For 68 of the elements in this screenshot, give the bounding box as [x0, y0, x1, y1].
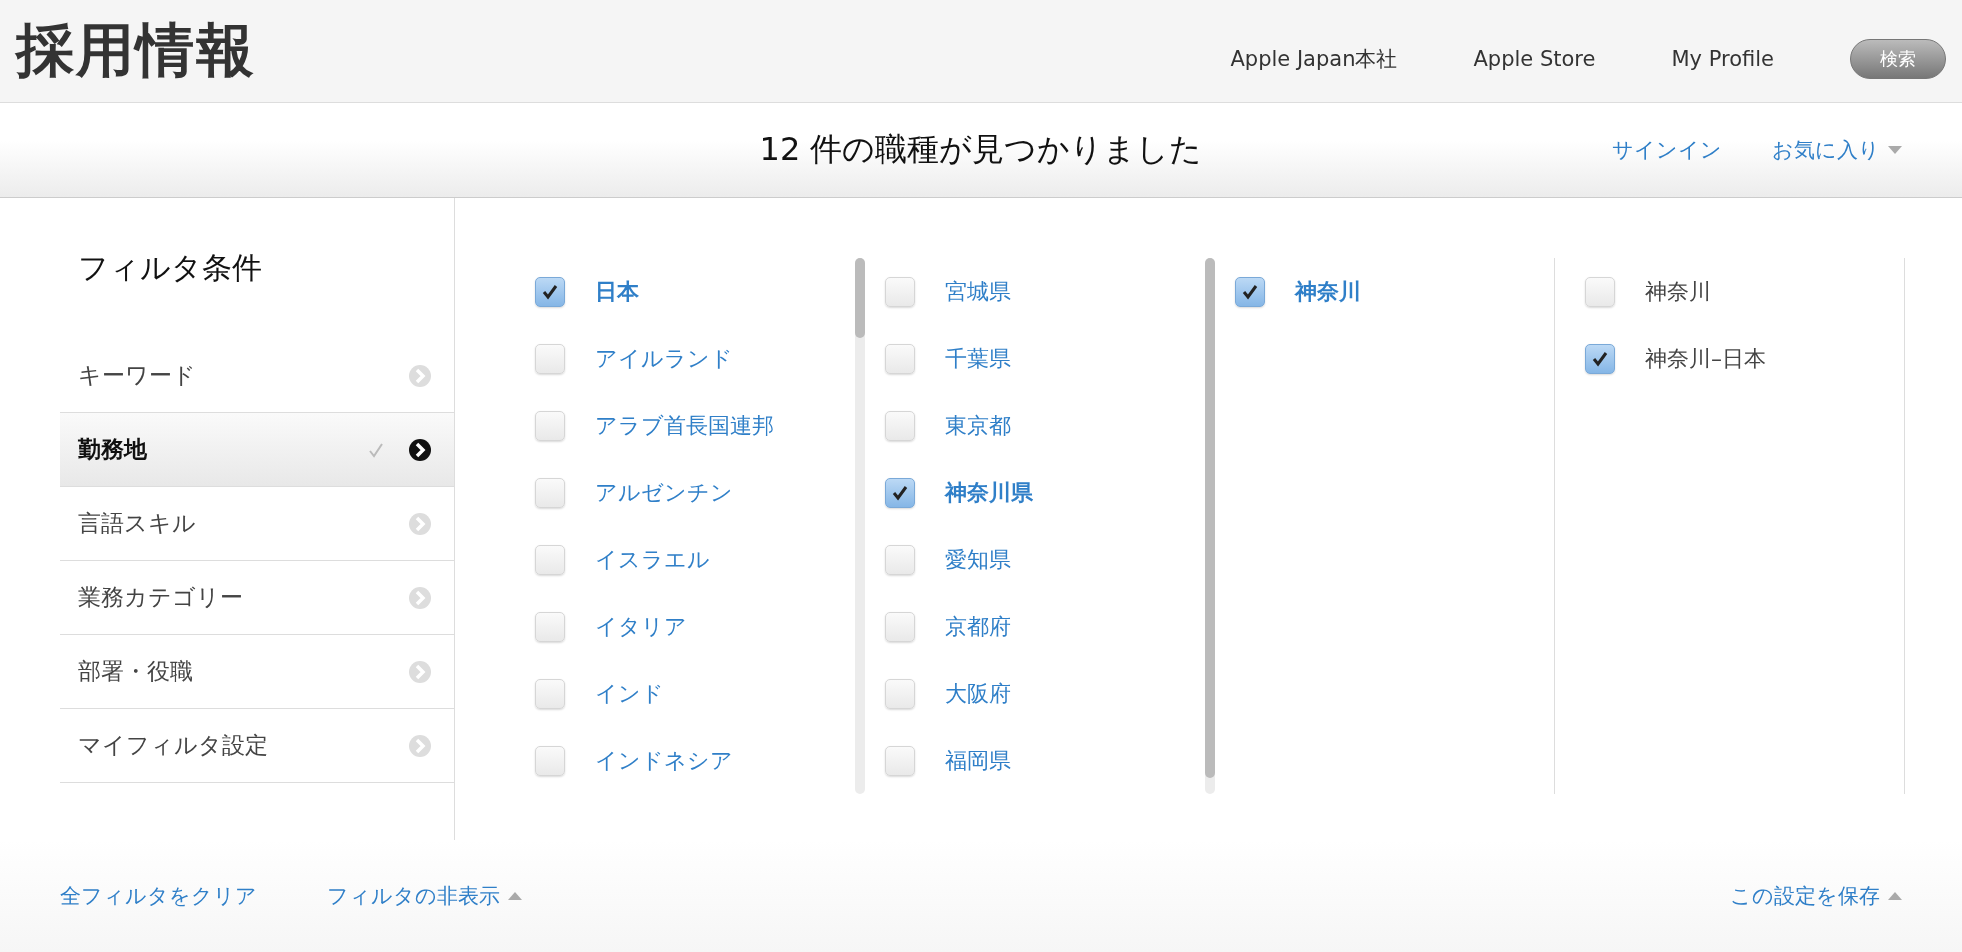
location-link[interactable]: 愛知県	[945, 544, 1011, 575]
location-label: 神奈川–日本	[1645, 345, 1766, 374]
chevron-icon	[408, 511, 432, 536]
nav-link[interactable]: Apple Japan本社	[1230, 45, 1398, 73]
chevron-icon	[408, 585, 432, 610]
favorites-link[interactable]: お気に入り	[1772, 136, 1902, 164]
checkbox[interactable]	[1235, 276, 1265, 307]
caret-icon	[1888, 892, 1902, 900]
nav-link[interactable]: My Profile	[1671, 47, 1774, 71]
filter-category-label: 業務カテゴリー	[78, 583, 244, 612]
checkbox[interactable]	[885, 410, 915, 441]
location-label: 神奈川	[1645, 277, 1711, 306]
checkbox[interactable]	[535, 544, 565, 575]
location-link[interactable]: 宮城県	[945, 276, 1011, 307]
filter-category-label: 勤務地	[78, 435, 148, 464]
checkbox[interactable]	[885, 678, 915, 709]
chevron-icon	[408, 659, 432, 684]
location-link[interactable]: 神奈川県	[945, 477, 1033, 508]
checkbox[interactable]	[535, 678, 565, 709]
search-button[interactable]: 検索	[1850, 39, 1946, 79]
nav-link[interactable]: Apple Store	[1473, 47, 1596, 71]
location-link[interactable]: イタリア	[595, 611, 687, 642]
location-link[interactable]: インドネシア	[595, 745, 733, 776]
location-link[interactable]: アルゼンチン	[595, 477, 733, 508]
clear-filters-link[interactable]: 全フィルタをクリア	[60, 882, 257, 910]
filter-category-label: 部署・役職	[78, 657, 194, 686]
checkbox[interactable]	[885, 343, 915, 374]
caret-icon	[1888, 146, 1902, 154]
chevron-icon	[408, 437, 432, 462]
location-link[interactable]: 福岡県	[945, 745, 1011, 776]
checkbox[interactable]	[535, 745, 565, 776]
results-count: 12 件の職種が見つかりました	[759, 129, 1203, 170]
checkbox[interactable]	[535, 343, 565, 374]
filter-category-label: キーワード	[78, 361, 197, 390]
location-link[interactable]: 千葉県	[945, 343, 1011, 374]
checkbox[interactable]	[535, 276, 565, 307]
chevron-icon	[408, 733, 432, 758]
sign-in-link[interactable]: サインイン	[1612, 136, 1722, 164]
filter-category-label: 言語スキル	[78, 509, 197, 538]
checkbox[interactable]	[885, 544, 915, 575]
filter-category-label: マイフィルタ設定	[78, 731, 269, 760]
location-link[interactable]: 大阪府	[945, 678, 1011, 709]
filter-category[interactable]: 勤務地	[60, 413, 454, 487]
chevron-icon	[408, 363, 432, 388]
location-link[interactable]: 神奈川	[1295, 276, 1361, 307]
filter-heading: フィルタ条件	[77, 249, 263, 287]
location-link[interactable]: アイルランド	[595, 343, 733, 374]
checkbox[interactable]	[885, 276, 915, 307]
checkbox[interactable]	[885, 611, 915, 642]
checkbox[interactable]	[885, 745, 915, 776]
page-title: 採用情報	[16, 15, 257, 86]
scrollbar[interactable]	[855, 258, 865, 794]
save-settings-link[interactable]: この設定を保存	[1730, 882, 1902, 910]
location-link[interactable]: 日本	[595, 276, 639, 307]
location-link[interactable]: イスラエル	[595, 544, 710, 575]
location-link[interactable]: 東京都	[945, 410, 1011, 441]
scrollbar[interactable]	[1205, 258, 1215, 794]
location-link[interactable]: 京都府	[945, 611, 1011, 642]
hide-filters-link[interactable]: フィルタの非表示	[327, 882, 522, 910]
caret-icon	[508, 892, 522, 900]
checkbox[interactable]	[1585, 344, 1615, 375]
checkbox[interactable]	[885, 477, 915, 508]
checkbox[interactable]	[1585, 276, 1615, 307]
location-link[interactable]: アラブ首長国連邦	[595, 410, 774, 441]
checkbox[interactable]	[535, 477, 565, 508]
checkbox[interactable]	[535, 410, 565, 441]
location-link[interactable]: インド	[595, 678, 664, 709]
checkbox[interactable]	[535, 611, 565, 642]
